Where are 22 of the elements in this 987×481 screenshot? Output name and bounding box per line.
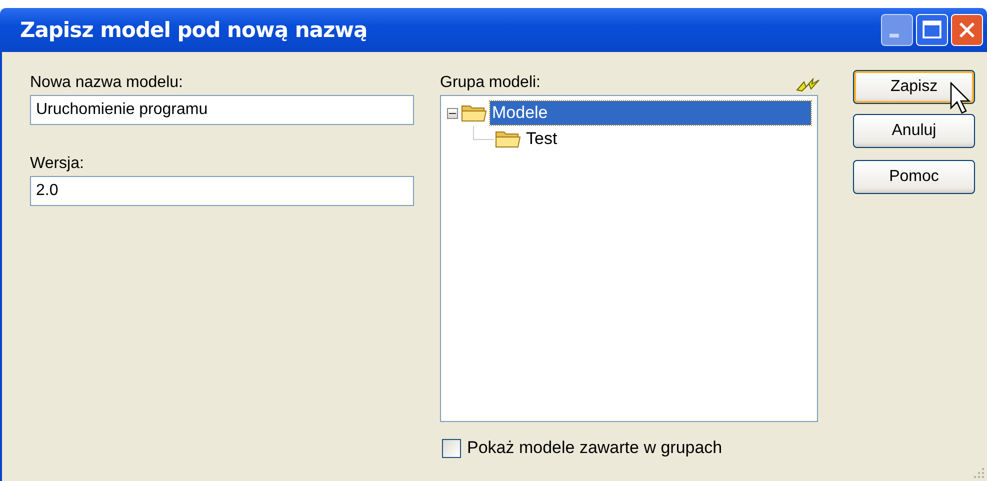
input-field[interactable]: Uruchomienie programu bbox=[30, 95, 414, 125]
maximize-icon[interactable] bbox=[916, 14, 948, 46]
input-field[interactable]: 2.0 bbox=[30, 176, 414, 206]
field-label: Nowa nazwa modelu: bbox=[30, 74, 184, 92]
group-label: Grupa modeli: bbox=[440, 74, 540, 92]
tree-line bbox=[473, 126, 494, 140]
collapse-icon[interactable] bbox=[447, 108, 458, 118]
window-title: Zapisz model pod nową nazwą bbox=[20, 18, 368, 42]
folder-icon bbox=[461, 103, 487, 123]
cursor-icon bbox=[950, 82, 972, 116]
resize-grip-icon[interactable] bbox=[973, 467, 985, 479]
folder-icon bbox=[495, 129, 521, 149]
dialog-button[interactable]: Zapisz bbox=[853, 70, 975, 104]
dialog-button[interactable]: Anuluj bbox=[853, 114, 975, 148]
checkbox-label[interactable]: Pokaż modele zawarte w grupach bbox=[467, 438, 722, 458]
checkbox[interactable] bbox=[442, 438, 461, 458]
field-label: Wersja: bbox=[30, 155, 85, 173]
tree-item[interactable]: Test bbox=[524, 127, 560, 151]
close-icon[interactable] bbox=[951, 14, 983, 46]
tree-item[interactable]: Modele bbox=[490, 101, 811, 125]
dialog-button[interactable]: Pomoc bbox=[853, 160, 975, 194]
lightning-icon[interactable] bbox=[796, 78, 820, 92]
